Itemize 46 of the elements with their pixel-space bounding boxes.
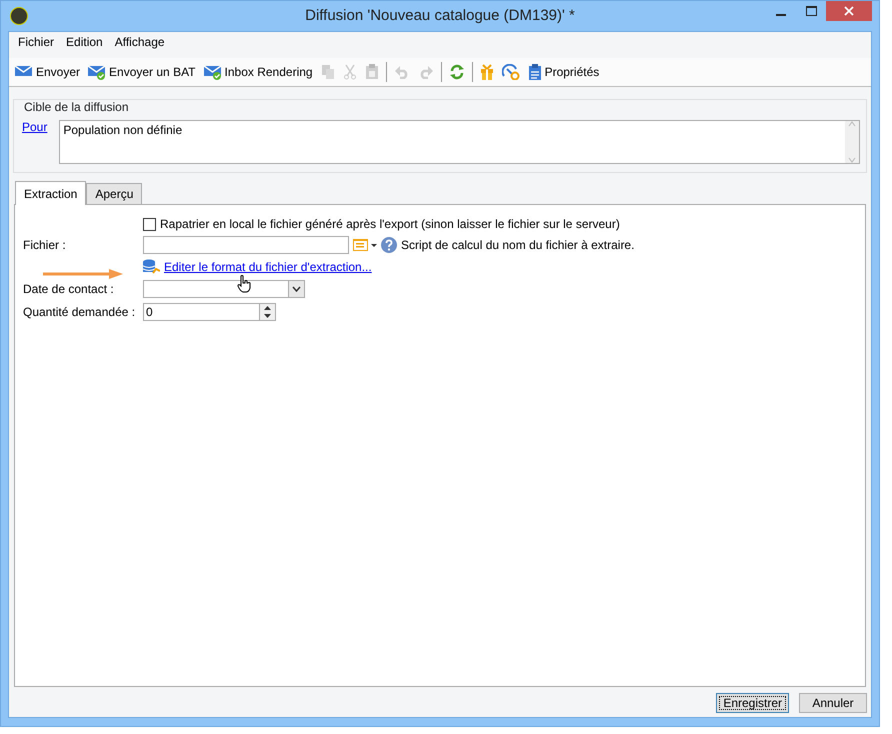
spin-up-icon[interactable] xyxy=(264,306,271,310)
envelope-check-icon xyxy=(204,64,222,80)
tab[interactable]: Aperçu xyxy=(86,183,142,204)
date-dropdown[interactable] xyxy=(143,280,305,298)
gift-icon xyxy=(480,64,494,80)
close-button[interactable] xyxy=(826,1,872,21)
menu-item[interactable]: Fichier xyxy=(13,35,60,49)
minimize-icon xyxy=(776,14,786,16)
toolbar-button[interactable]: Inbox Rendering xyxy=(200,61,317,83)
checkbox[interactable] xyxy=(143,218,156,230)
menu-item[interactable]: Edition xyxy=(61,35,108,49)
database-icon xyxy=(143,259,160,275)
gauge-icon xyxy=(502,64,520,80)
dialog-button[interactable]: Enregistrer xyxy=(716,693,789,713)
tab[interactable]: Extraction xyxy=(15,181,86,205)
envelope-check-icon xyxy=(88,64,106,80)
field-label: Fichier : xyxy=(23,238,67,252)
spin-down-icon[interactable] xyxy=(264,314,271,318)
app-icon xyxy=(10,7,28,25)
toolbar-button[interactable]: Envoyer un BAT xyxy=(84,61,200,83)
group-legend: Cible de la diffusion xyxy=(22,100,131,114)
field-label: Quantité demandée : xyxy=(23,305,136,319)
file-input-field[interactable] xyxy=(143,236,349,254)
dialog-button[interactable]: Annuler xyxy=(799,693,867,713)
refresh-icon xyxy=(448,64,465,80)
scissors-icon xyxy=(342,64,357,80)
toolbar-button[interactable]: Propriétés xyxy=(524,61,604,83)
help-icon[interactable] xyxy=(381,237,397,253)
field-label: Date de contact : xyxy=(23,282,115,296)
file-picker-icon[interactable] xyxy=(353,238,377,252)
clipboard-list-icon xyxy=(528,64,542,80)
undo-icon xyxy=(394,65,410,79)
hint-text: Script de calcul du nom du fichier à extraire. xyxy=(401,238,634,252)
toolbar-button[interactable]: Envoyer xyxy=(11,61,84,83)
hand-cursor-icon xyxy=(237,275,251,293)
edit-format-link[interactable]: Editer le format du fichier d'extraction... xyxy=(164,260,372,274)
clipboard-icon xyxy=(364,64,379,80)
pour-link[interactable]: Pour xyxy=(22,120,48,164)
maximize-icon xyxy=(806,6,816,16)
menu-item[interactable]: Affichage xyxy=(110,35,170,49)
window-title: Diffusion 'Nouveau catalogue (DM139)' * xyxy=(305,7,575,24)
quantity-spinbox[interactable]: 0 xyxy=(143,303,276,321)
close-icon xyxy=(844,6,854,16)
redo-icon xyxy=(418,65,434,79)
copy-icon xyxy=(320,64,335,80)
checkbox-label: Rapatrier en local le fichier généré après l'export (sinon laisser le fichier sur le serveur) xyxy=(160,217,620,231)
